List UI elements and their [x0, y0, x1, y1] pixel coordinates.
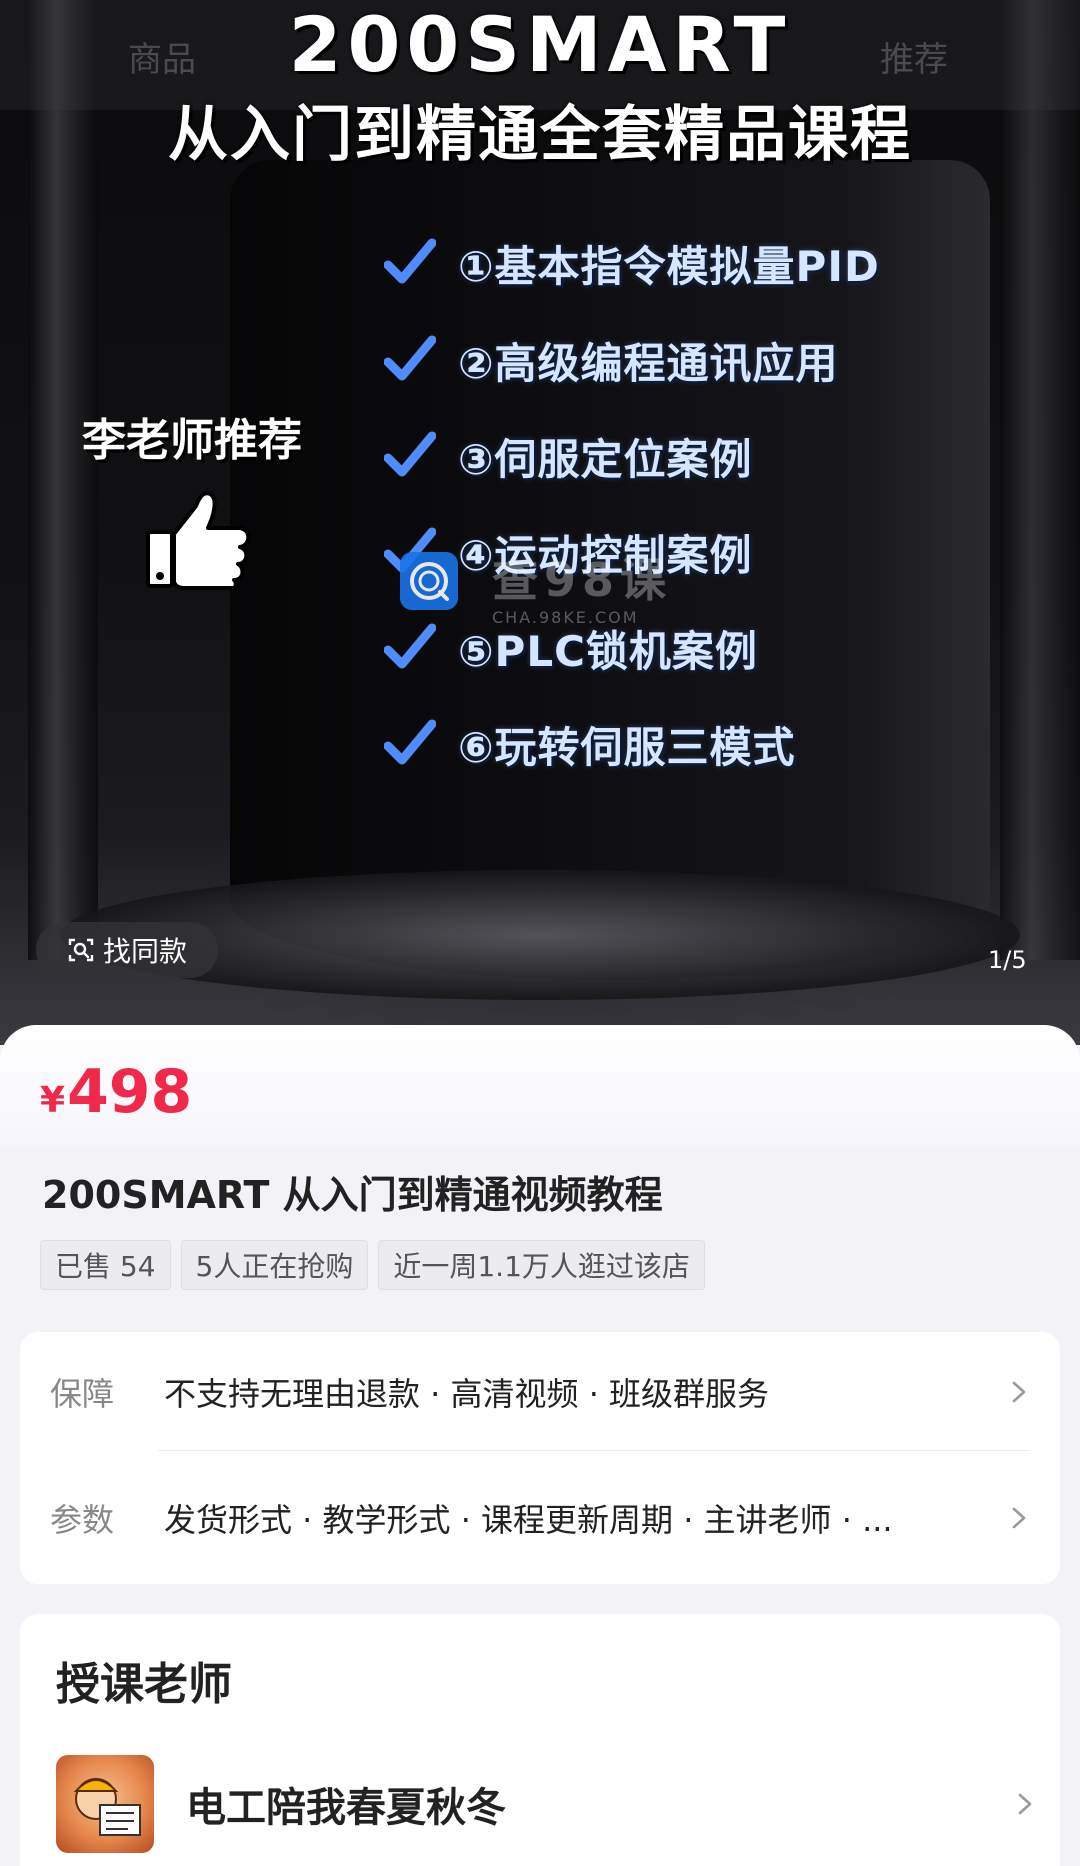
feature-text: ⑥玩转伺服三模式	[458, 722, 796, 772]
price-currency: ¥	[40, 1080, 66, 1121]
feature-item: ③伺服定位案例	[384, 421, 753, 491]
buying-now-tag: 5人正在抢购	[180, 1240, 369, 1290]
banner-title: 200SMART	[288, 0, 792, 89]
check-icon	[384, 719, 436, 765]
guarantee-value: 不支持无理由退款 · 高清视频 · 班级群服务	[164, 1375, 770, 1413]
store-visits-tag: 近一周1.1万人逛过该店	[378, 1240, 705, 1290]
guarantee-row[interactable]: 保障 不支持无理由退款 · 高清视频 · 班级群服务	[50, 1352, 1030, 1432]
watermark-url: CHA.98KE.COM	[492, 608, 639, 627]
price-value: 498	[67, 1057, 193, 1127]
find-same-label: 找同款	[102, 935, 187, 968]
avatar-illustration-icon	[73, 1778, 141, 1836]
feature-text: ①基本指令模拟量PID	[458, 241, 880, 291]
divider	[158, 1450, 1030, 1451]
chevron-right-icon	[1012, 1507, 1026, 1529]
chevron-right-icon	[1012, 1381, 1026, 1403]
feature-item: ②高级编程通讯应用	[384, 325, 839, 395]
product-detail-page: 商品 推荐 200SMART 从入门到精通全套精品课程 李老师推荐 ①基本指令模…	[0, 0, 1080, 1866]
price: ¥ 498	[40, 1061, 192, 1123]
feature-item: ⑥玩转伺服三模式	[384, 709, 796, 779]
params-label: 参数	[50, 1501, 115, 1539]
chevron-right-icon	[1018, 1793, 1032, 1815]
price-section: ¥ 498	[0, 1025, 1080, 1145]
teacher-row[interactable]: 电工陪我春夏秋冬	[56, 1754, 1036, 1854]
service-info-card: 保障 不支持无理由退款 · 高清视频 · 班级群服务 参数 发货形式 · 教学形…	[20, 1332, 1060, 1584]
feature-text: ③伺服定位案例	[458, 434, 753, 484]
teacher-name: 电工陪我春夏秋冬	[186, 1785, 506, 1831]
image-search-icon	[68, 938, 94, 962]
banner-subtitle: 从入门到精通全套精品课程	[168, 100, 912, 170]
check-icon	[384, 238, 436, 284]
teacher-recommend-label: 李老师推荐	[82, 415, 302, 466]
check-icon	[384, 335, 436, 381]
sold-count-tag: 已售 54	[40, 1240, 171, 1290]
guarantee-label: 保障	[50, 1375, 115, 1413]
product-title: 200SMART 从入门到精通视频教程	[42, 1173, 663, 1217]
image-pager: 1/5	[988, 946, 1027, 974]
teacher-card: 授课老师 电工陪我春夏秋冬	[20, 1614, 1060, 1866]
params-row[interactable]: 参数 发货形式 · 教学形式 · 课程更新周期 · 主讲老师 · ...	[50, 1478, 1030, 1558]
feature-text: ②高级编程通讯应用	[458, 338, 839, 388]
feature-item: ①基本指令模拟量PID	[384, 228, 880, 298]
check-icon	[384, 623, 436, 669]
thumbs-up-icon	[146, 491, 251, 590]
avatar	[56, 1755, 154, 1853]
watermark-text: 查98课	[492, 553, 673, 607]
product-tags: 已售 54 5人正在抢购 近一周1.1万人逛过该店	[40, 1240, 705, 1290]
teacher-heading: 授课老师	[56, 1659, 232, 1710]
find-same-button[interactable]: 找同款	[36, 922, 218, 978]
check-icon	[384, 431, 436, 477]
watermark-logo-icon	[400, 552, 458, 610]
params-value: 发货形式 · 教学形式 · 课程更新周期 · 主讲老师 · ...	[164, 1501, 893, 1539]
product-image-banner[interactable]: 商品 推荐 200SMART 从入门到精通全套精品课程 李老师推荐 ①基本指令模…	[0, 0, 1080, 1045]
